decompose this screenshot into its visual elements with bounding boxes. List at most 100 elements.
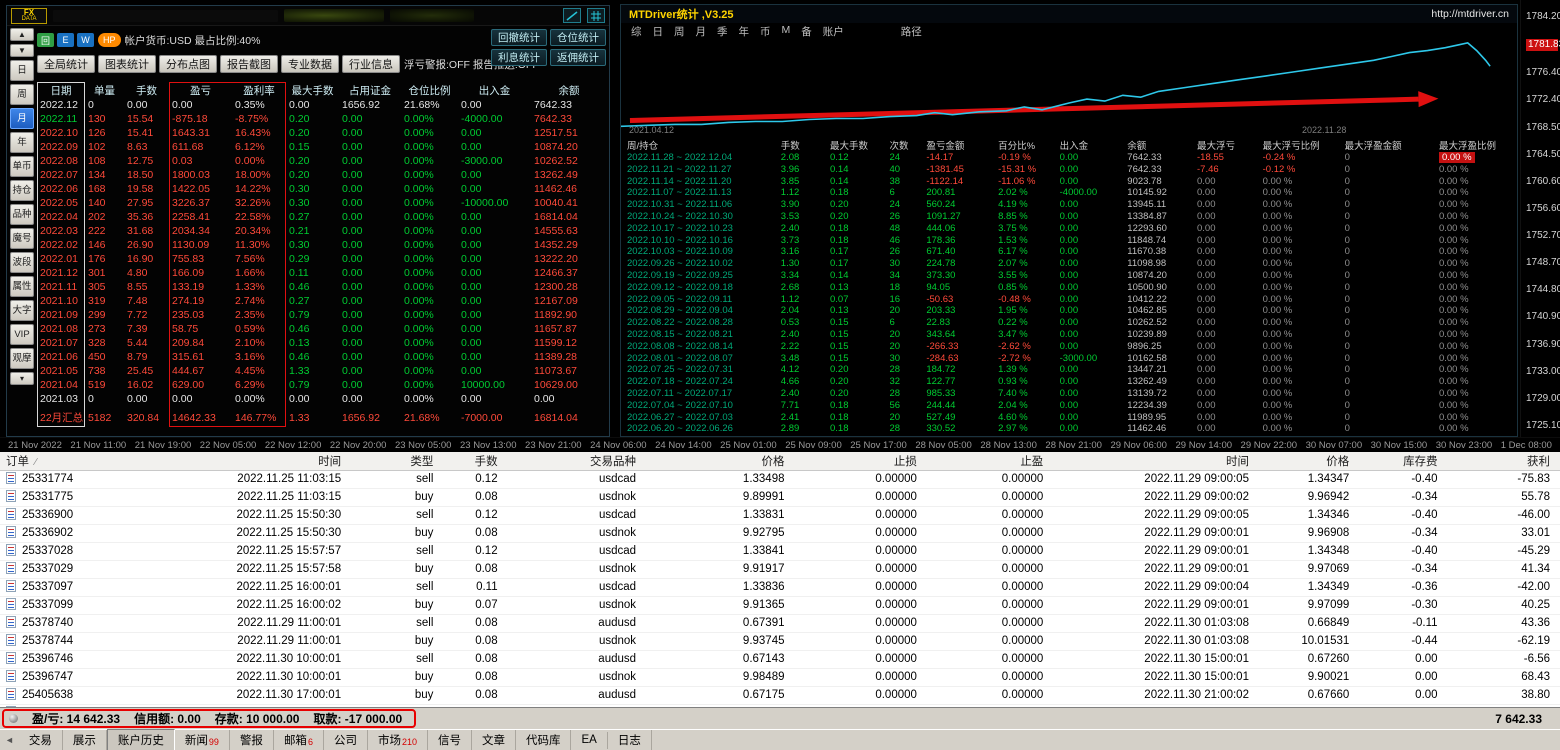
sidebar-scroll-down-icon[interactable]: ▼: [10, 44, 34, 57]
menu-item-path[interactable]: 路径: [901, 24, 922, 39]
monthly-row[interactable]: 2022.091028.63611.686.12%0.150.000.00%0.…: [37, 140, 607, 154]
tab-交易[interactable]: 交易: [19, 730, 63, 750]
weekly-row[interactable]: 2022.09.12 ~ 2022.09.182.680.131894.050.…: [623, 282, 1515, 294]
menu-item-季[interactable]: 季: [717, 24, 728, 39]
monthly-row[interactable]: 2021.123014.80166.091.66%0.110.000.00%0.…: [37, 266, 607, 280]
order-row[interactable]: 253787442022.11.29 11:00:01buy0.08usdnok…: [0, 632, 1560, 650]
stats-toolbar-button[interactable]: 报告截图: [220, 55, 278, 73]
tab-公司[interactable]: 公司: [324, 730, 368, 750]
stat-button[interactable]: 利息统计: [491, 49, 547, 66]
orders-col-header[interactable]: 时间: [138, 452, 351, 470]
monthly-row[interactable]: 2022.0322231.682034.3420.34%0.210.000.00…: [37, 224, 607, 238]
sidebar-item-大字[interactable]: 大字: [10, 300, 34, 321]
stats-toolbar-button[interactable]: 专业数据: [281, 55, 339, 73]
menu-item-M[interactable]: M: [782, 24, 791, 39]
order-row[interactable]: 253787402022.11.29 11:00:01sell0.08audus…: [0, 614, 1560, 632]
sidebar-scroll-up-icon[interactable]: ▲: [10, 28, 34, 41]
monthly-row[interactable]: 2022.0117616.90755.837.56%0.290.000.00%0…: [37, 252, 607, 266]
weekly-row[interactable]: 2022.08.15 ~ 2022.08.212.400.1520343.643…: [623, 329, 1515, 341]
monthly-row[interactable]: 2021.092997.72235.032.35%0.790.000.00%0.…: [37, 308, 607, 322]
tab-市场[interactable]: 市场210: [368, 730, 428, 750]
weekly-row[interactable]: 2022.09.26 ~ 2022.10.021.300.1730224.782…: [623, 258, 1515, 270]
tabs-scroll-left-icon[interactable]: ◄: [0, 735, 19, 745]
chart-tool-button[interactable]: [563, 8, 581, 23]
sidebar-item-VIP[interactable]: VIP: [10, 324, 34, 345]
sidebar-item-日[interactable]: 日: [10, 60, 34, 81]
order-row[interactable]: 253369022022.11.25 15:50:30buy0.08usdnok…: [0, 524, 1560, 542]
weekly-row[interactable]: 2022.11.21 ~ 2022.11.273.960.1440-1381.4…: [623, 164, 1515, 176]
sidebar-item-魔号[interactable]: 魔号: [10, 228, 34, 249]
badge[interactable]: E: [57, 33, 74, 47]
sidebar-item-年[interactable]: 年: [10, 132, 34, 153]
sidebar-item-品种[interactable]: 品种: [10, 204, 34, 225]
monthly-row[interactable]: 2022.0713418.501800.0318.00%0.200.000.00…: [37, 168, 607, 182]
stat-button[interactable]: 返佣统计: [550, 49, 606, 66]
tab-日志[interactable]: 日志: [608, 730, 652, 750]
monthly-row[interactable]: 2022.0214626.901130.0911.30%0.300.000.00…: [37, 238, 607, 252]
orders-col-header[interactable]: 手数: [443, 452, 507, 470]
tab-新闻[interactable]: 新闻99: [175, 730, 230, 750]
order-row[interactable]: 253967472022.11.30 10:00:01buy0.08usdnok…: [0, 668, 1560, 686]
order-row[interactable]: 253370972022.11.25 16:00:01sell0.11usdca…: [0, 578, 1560, 596]
monthly-row[interactable]: 2021.0451916.02629.006.29%0.790.000.00%1…: [37, 378, 607, 392]
weekly-row[interactable]: 2022.10.17 ~ 2022.10.232.400.1848444.063…: [623, 223, 1515, 235]
weekly-row[interactable]: 2022.08.29 ~ 2022.09.042.040.1320203.331…: [623, 305, 1515, 317]
menu-item-账户[interactable]: 账户: [823, 24, 844, 39]
weekly-row[interactable]: 2022.11.28 ~ 2022.12.042.080.1224-14.17-…: [623, 152, 1515, 164]
weekly-row[interactable]: 2022.10.31 ~ 2022.11.063.900.2024560.244…: [623, 199, 1515, 211]
monthly-row[interactable]: 2022.1113015.54-875.18-8.75%0.200.000.00…: [37, 112, 607, 126]
menu-item-年[interactable]: 年: [739, 24, 750, 39]
weekly-row[interactable]: 2022.08.01 ~ 2022.08.073.480.1530-284.63…: [623, 353, 1515, 365]
sidebar-collapse-icon[interactable]: ▾: [10, 372, 34, 385]
monthly-row[interactable]: 2021.064508.79315.613.16%0.460.000.00%0.…: [37, 350, 607, 364]
monthly-row[interactable]: 2021.113058.55133.191.33%0.460.000.00%0.…: [37, 280, 607, 294]
orders-col-header[interactable]: 订单∕: [0, 452, 138, 470]
tab-代码库[interactable]: 代码库: [516, 730, 572, 750]
sidebar-item-单币[interactable]: 单币: [10, 156, 34, 177]
monthly-summary-row[interactable]: 22月汇总5182320.8414642.33146.77%1.331656.9…: [37, 411, 607, 425]
monthly-row[interactable]: 2022.0514027.953226.3732.26%0.300.000.00…: [37, 196, 607, 210]
order-row[interactable]: 253369002022.11.25 15:50:30sell0.12usdca…: [0, 506, 1560, 524]
order-row[interactable]: 254056382022.11.30 17:00:01buy0.08audusd…: [0, 686, 1560, 704]
weekly-row[interactable]: 2022.09.19 ~ 2022.09.253.340.1434373.303…: [623, 270, 1515, 282]
orders-col-header[interactable]: 交易品种: [508, 452, 646, 470]
orders-col-header[interactable]: 库存费: [1359, 452, 1447, 470]
weekly-row[interactable]: 2022.11.14 ~ 2022.11.203.850.1438-1122.1…: [623, 176, 1515, 188]
stat-button[interactable]: 回撤统计: [491, 29, 547, 46]
monthly-row[interactable]: 2021.082737.3958.750.59%0.460.000.00%0.0…: [37, 322, 607, 336]
tab-展示[interactable]: 展示: [63, 730, 107, 750]
grid-tool-button[interactable]: [587, 8, 605, 23]
menu-item-月[interactable]: 月: [696, 24, 707, 39]
monthly-row[interactable]: 2022.1200.000.000.35%0.001656.9221.68%0.…: [37, 98, 607, 112]
order-row[interactable]: 253967462022.11.30 10:00:01sell0.08audus…: [0, 650, 1560, 668]
tab-邮箱[interactable]: 邮箱6: [274, 730, 324, 750]
tab-警报[interactable]: 警报: [230, 730, 274, 750]
sidebar-item-周[interactable]: 周: [10, 84, 34, 105]
sidebar-item-月[interactable]: 月: [10, 108, 34, 129]
weekly-row[interactable]: 2022.07.11 ~ 2022.07.172.400.2028985.337…: [623, 388, 1515, 400]
orders-col-header[interactable]: 时间: [1053, 452, 1259, 470]
orders-col-header[interactable]: 获利: [1448, 452, 1560, 470]
tab-EA[interactable]: EA: [571, 732, 607, 749]
monthly-row[interactable]: 2021.0573825.45444.674.45%1.330.000.00%0…: [37, 364, 607, 378]
orders-col-header[interactable]: 类型: [351, 452, 443, 470]
order-row[interactable]: 253370292022.11.25 15:57:58buy0.08usdnok…: [0, 560, 1560, 578]
sidebar-item-属性[interactable]: 属性: [10, 276, 34, 297]
monthly-row[interactable]: 2021.103197.48274.192.74%0.270.000.00%0.…: [37, 294, 607, 308]
menu-item-日[interactable]: 日: [653, 24, 664, 39]
monthly-row[interactable]: 2022.1012615.411643.3116.43%0.200.000.00…: [37, 126, 607, 140]
stat-button[interactable]: 仓位统计: [550, 29, 606, 46]
weekly-row[interactable]: 2022.08.08 ~ 2022.08.142.220.1520-266.33…: [623, 341, 1515, 353]
orders-col-header[interactable]: 止盈: [927, 452, 1053, 470]
badge[interactable]: W: [77, 33, 94, 47]
weekly-row[interactable]: 2022.08.22 ~ 2022.08.280.530.15622.830.2…: [623, 317, 1515, 329]
weekly-row[interactable]: 2022.10.10 ~ 2022.10.163.730.1846178.361…: [623, 235, 1515, 247]
sidebar-item-持仓[interactable]: 持仓: [10, 180, 34, 201]
sidebar-item-波段[interactable]: 波段: [10, 252, 34, 273]
order-row[interactable]: 253317742022.11.25 11:03:15sell0.12usdca…: [0, 470, 1560, 488]
monthly-row[interactable]: 2021.0300.000.000.00%0.000.000.00%0.000.…: [37, 392, 607, 406]
weekly-row[interactable]: 2022.07.04 ~ 2022.07.107.710.1856244.442…: [623, 400, 1515, 412]
weekly-row[interactable]: 2022.07.18 ~ 2022.07.244.660.2032122.770…: [623, 376, 1515, 388]
weekly-row[interactable]: 2022.07.25 ~ 2022.07.314.120.2028184.721…: [623, 364, 1515, 376]
orders-col-header[interactable]: 价格: [1259, 452, 1359, 470]
